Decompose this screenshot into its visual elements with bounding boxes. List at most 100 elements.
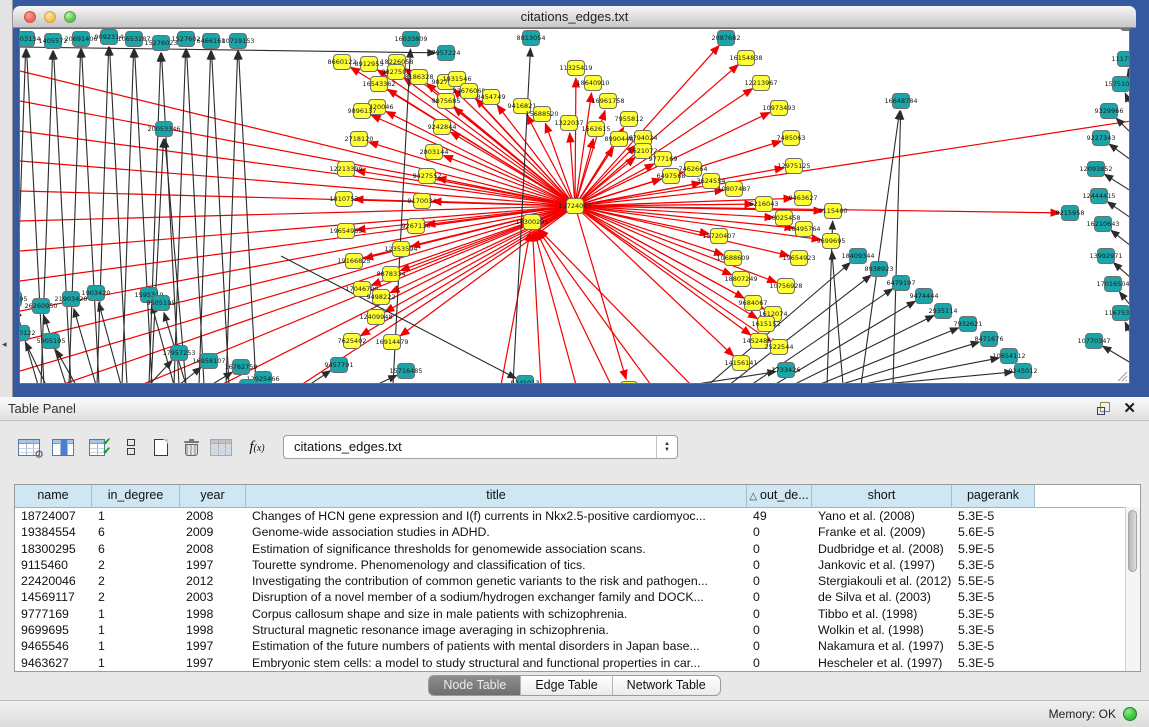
show-columns-icon[interactable] (48, 432, 78, 462)
graph-node-label: 5905195 (37, 337, 66, 345)
graph-node-label: 6216043 (750, 200, 779, 208)
table-row[interactable]: 1456911722003Disruption of a novel membe… (15, 589, 1140, 605)
table-row[interactable]: 1830029562008Estimation of significance … (15, 541, 1140, 557)
collapse-arrow-icon[interactable]: ◂ (2, 340, 7, 349)
graph-node-label: 12353594 (384, 245, 417, 253)
float-panel-icon[interactable] (1097, 402, 1111, 415)
delete-column-icon[interactable] (176, 432, 206, 462)
graph-node-label: 26260950 (24, 302, 57, 310)
table-mode-icon[interactable]: ⚙ (14, 432, 44, 462)
table-panel-header: Table Panel ✕ (0, 397, 1149, 421)
graph-node-label: 9896137 (348, 107, 377, 115)
table-row[interactable]: 911546021997Tourette syndrome. Phenomeno… (15, 557, 1140, 573)
graph-node-label: 10770347 (1077, 337, 1110, 345)
table-body: 1872400712008Changes of HCN gene express… (15, 508, 1140, 671)
new-column-icon[interactable] (146, 432, 176, 462)
sort-ascending-icon: △ (749, 491, 757, 502)
graph-node[interactable] (621, 382, 638, 385)
table-panel: Table Panel ✕ ⚙ ✔✔ (0, 397, 1149, 727)
graph-node-label: 1615152 (752, 320, 781, 328)
table-row[interactable]: 946362711997Embryonic stem cells: a mode… (15, 655, 1140, 671)
graph-node-label: 10807487 (717, 185, 750, 193)
graph-node-label: 18300295 (515, 218, 548, 226)
close-panel-icon[interactable]: ✕ (1123, 399, 1136, 417)
table-scrollbar[interactable] (1125, 507, 1140, 671)
graph-node-label: 17016504 (1096, 280, 1129, 288)
control-panel-edge[interactable]: ◂ (0, 0, 13, 397)
table-row[interactable]: 946554611997Estimation of the future num… (15, 638, 1140, 654)
graph-node-label: 6497568 (657, 172, 686, 180)
graph-node-label: 13992971 (1089, 252, 1122, 260)
graph-node-label: 9227343 (1087, 134, 1116, 142)
graph-node-label: 8215958 (1056, 209, 1085, 217)
function-builder-icon[interactable]: f(x) (242, 432, 272, 462)
scrollbar-thumb[interactable] (1128, 510, 1137, 572)
graph-node-label: 9242844 (428, 123, 457, 131)
graph-node-label: 9684067 (739, 299, 768, 307)
graph-node-label: 1903420 (82, 289, 111, 297)
gear-icon: ⚙ (34, 450, 44, 461)
graph-node[interactable] (1121, 29, 1131, 31)
table-tabs: Node TableEdge TableNetwork Table (0, 675, 1149, 696)
graph-node-label: 8938923 (865, 265, 894, 273)
resize-grip-icon[interactable] (1116, 370, 1128, 382)
column-header-name[interactable]: name (15, 485, 92, 507)
graph-node-label: 8813054 (517, 34, 546, 42)
graph-node-label: 11675315 (1104, 309, 1130, 317)
graph-node-label: 12444415 (1082, 192, 1115, 200)
table-row[interactable]: 2242004622012Investigating the contribut… (15, 573, 1140, 589)
column-header-out_de[interactable]: △out_de... (747, 485, 812, 507)
graph-node-label: 2718120 (345, 135, 374, 143)
tab-node-table[interactable]: Node Table (428, 675, 521, 696)
column-header-in_degree[interactable]: in_degree (92, 485, 180, 507)
graph-node-label: 8471676 (975, 335, 1004, 343)
graph-node-label: 19654923 (782, 254, 815, 262)
graph-node-label: 18495764 (787, 225, 820, 233)
graph-node-label: 2803144 (420, 148, 449, 156)
graph-node-label: 16543362 (362, 80, 395, 88)
graph-node-label: 10973493 (762, 104, 795, 112)
delete-table-icon[interactable] (206, 432, 236, 462)
graph-node-label: 1621072 (629, 147, 658, 155)
column-header-short[interactable]: short (812, 485, 952, 507)
graph-node-label: 8660122 (328, 58, 357, 66)
column-header-year[interactable]: year (180, 485, 246, 507)
table-source-select[interactable]: citations_edges.txt ▲▼ (283, 435, 678, 459)
tab-edge-table[interactable]: Edge Table (521, 675, 612, 696)
select-rows-icon[interactable]: ✔✔ (82, 432, 112, 462)
graph-node-label: 7932621 (954, 320, 983, 328)
table-panel-title: Table Panel (8, 401, 76, 416)
graph-node-label: 18409344 (841, 252, 874, 260)
graph-node-label: 7624652 (234, 383, 263, 384)
graph-node-label: 7625402 (338, 337, 367, 345)
table-row[interactable]: 1872400712008Changes of HCN gene express… (15, 508, 1140, 524)
graph-node-label: 2087682 (712, 34, 741, 42)
memory-status-icon[interactable] (1123, 707, 1137, 721)
graph-node-label: 15751074 (1104, 80, 1130, 88)
table-row[interactable]: 977716911998Corpus callosum shape and si… (15, 606, 1140, 622)
table-source-value: citations_edges.txt (294, 439, 402, 454)
column-header-pagerank[interactable]: pagerank (952, 485, 1035, 507)
graph-node-label: 9699695 (817, 237, 846, 245)
graph-node[interactable] (240, 380, 257, 385)
graph-node-label: 1931546 (443, 75, 472, 83)
network-canvas[interactable]: 2303134140557220691406909231410653287152… (19, 28, 1130, 384)
table-row[interactable]: 1938455462009Genome-wide association stu… (15, 524, 1140, 540)
graph-node-label: 2935114 (929, 307, 958, 315)
citation-network-graph[interactable]: 2303134140557220691406909231410653287152… (20, 29, 1130, 384)
graph-node-label: 10654112 (992, 352, 1025, 360)
graph-node-label: 19166825 (337, 257, 370, 265)
cytoscape-app: ◂ citations_edges.txt 230313414055722069… (0, 0, 1149, 727)
column-stack-icon[interactable] (116, 432, 146, 462)
graph-node-label: 20053346 (147, 125, 180, 133)
column-header-title[interactable]: title (246, 485, 747, 507)
graph-node-label: 9457791 (325, 361, 354, 369)
table-row[interactable]: 969969511998Structural magnetic resonanc… (15, 622, 1140, 638)
graph-node-label: 6479197 (887, 279, 916, 287)
network-window-titlebar[interactable]: citations_edges.txt (13, 6, 1136, 28)
graph-node-label: 1322037 (555, 119, 584, 127)
table-toolbar: ⚙ ✔✔ f(x) citations (0, 422, 1149, 484)
graph-node-label: 9329966 (1095, 107, 1124, 115)
graph-node-label: 16648784 (884, 97, 917, 105)
tab-network-table[interactable]: Network Table (613, 675, 721, 696)
